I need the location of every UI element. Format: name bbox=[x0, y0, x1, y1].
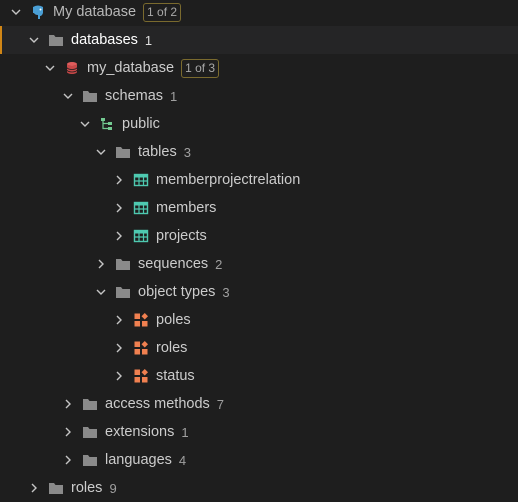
object-type-label: roles bbox=[156, 340, 188, 356]
tree-node-table[interactable]: memberprojectrelation bbox=[0, 166, 518, 194]
schema-icon bbox=[99, 116, 115, 132]
table-label: projects bbox=[156, 228, 207, 244]
extensions-count: 1 bbox=[181, 424, 189, 440]
table-icon bbox=[133, 200, 149, 216]
tree-node-object-type[interactable]: roles bbox=[0, 334, 518, 362]
folder-icon bbox=[115, 284, 131, 300]
access-methods-count: 7 bbox=[216, 396, 225, 412]
object-type-icon bbox=[133, 312, 149, 328]
folder-icon bbox=[82, 396, 98, 412]
object-type-icon bbox=[133, 368, 149, 384]
chevron-right-icon[interactable] bbox=[62, 426, 74, 438]
tree-node-public-schema[interactable]: public bbox=[0, 110, 518, 138]
schemas-label: schemas bbox=[105, 88, 164, 104]
chevron-down-icon[interactable] bbox=[79, 118, 91, 130]
connection-label: My database bbox=[53, 4, 137, 20]
roles-count: 9 bbox=[109, 480, 117, 496]
languages-count: 4 bbox=[178, 452, 187, 468]
chevron-down-icon[interactable] bbox=[62, 90, 74, 102]
folder-icon bbox=[48, 480, 64, 496]
tree-node-my-database[interactable]: my_database 1 of 3 bbox=[0, 54, 518, 82]
sequences-count: 2 bbox=[215, 256, 223, 272]
database-explorer-tree: My database 1 of 2 databases 1 my_databa… bbox=[0, 0, 518, 502]
extensions-label: extensions bbox=[105, 424, 175, 440]
access-methods-label: access methods bbox=[105, 396, 210, 412]
object-type-label: status bbox=[156, 368, 195, 384]
chevron-right-icon[interactable] bbox=[28, 482, 40, 494]
postgres-elephant-icon bbox=[30, 4, 46, 20]
chevron-right-icon[interactable] bbox=[113, 314, 125, 326]
roles-label: roles bbox=[71, 480, 103, 496]
folder-icon bbox=[82, 452, 98, 468]
folder-icon bbox=[115, 144, 131, 160]
folder-icon bbox=[115, 256, 131, 272]
schemas-count: 1 bbox=[170, 88, 178, 104]
tree-node-schemas[interactable]: schemas 1 bbox=[0, 82, 518, 110]
chevron-down-icon[interactable] bbox=[10, 6, 22, 18]
tree-node-connection[interactable]: My database 1 of 2 bbox=[0, 0, 518, 26]
chevron-right-icon[interactable] bbox=[113, 174, 125, 186]
folder-icon bbox=[82, 424, 98, 440]
public-label: public bbox=[122, 116, 160, 132]
tree-node-tables[interactable]: tables 3 bbox=[0, 138, 518, 166]
tree-node-roles[interactable]: roles 9 bbox=[0, 474, 518, 502]
tree-node-table[interactable]: projects bbox=[0, 222, 518, 250]
chevron-down-icon[interactable] bbox=[95, 286, 107, 298]
languages-label: languages bbox=[105, 452, 172, 468]
tree-node-table[interactable]: members bbox=[0, 194, 518, 222]
folder-icon bbox=[48, 32, 64, 48]
chevron-right-icon[interactable] bbox=[95, 258, 107, 270]
table-icon bbox=[133, 228, 149, 244]
object-type-icon bbox=[133, 340, 149, 356]
object-types-count: 3 bbox=[222, 284, 230, 300]
tree-node-object-type[interactable]: poles bbox=[0, 306, 518, 334]
chevron-down-icon[interactable] bbox=[44, 62, 56, 74]
tree-node-extensions[interactable]: extensions 1 bbox=[0, 418, 518, 446]
chevron-right-icon[interactable] bbox=[62, 398, 74, 410]
chevron-down-icon[interactable] bbox=[95, 146, 107, 158]
chevron-down-icon[interactable] bbox=[28, 34, 40, 46]
chevron-right-icon[interactable] bbox=[113, 202, 125, 214]
chevron-right-icon[interactable] bbox=[113, 342, 125, 354]
tree-node-databases[interactable]: databases 1 bbox=[0, 26, 518, 54]
chevron-right-icon[interactable] bbox=[113, 370, 125, 382]
chevron-right-icon[interactable] bbox=[113, 230, 125, 242]
chevron-right-icon[interactable] bbox=[62, 454, 74, 466]
table-label: members bbox=[156, 200, 217, 216]
tree-node-languages[interactable]: languages 4 bbox=[0, 446, 518, 474]
tree-node-sequences[interactable]: sequences 2 bbox=[0, 250, 518, 278]
database-cylinder-icon bbox=[64, 60, 80, 76]
tree-node-object-types[interactable]: object types 3 bbox=[0, 278, 518, 306]
my-database-label: my_database bbox=[87, 60, 175, 76]
tables-label: tables bbox=[138, 144, 177, 160]
object-type-label: poles bbox=[156, 312, 191, 328]
tables-count: 3 bbox=[183, 144, 191, 160]
databases-label: databases bbox=[71, 32, 138, 48]
sequences-label: sequences bbox=[138, 256, 209, 272]
connection-page-badge: 1 of 2 bbox=[143, 2, 182, 22]
table-icon bbox=[133, 172, 149, 188]
my-database-page-badge: 1 of 3 bbox=[181, 58, 220, 78]
tree-node-access-methods[interactable]: access methods 7 bbox=[0, 390, 518, 418]
object-types-label: object types bbox=[138, 284, 216, 300]
databases-count: 1 bbox=[144, 32, 153, 48]
folder-icon bbox=[82, 88, 98, 104]
table-label: memberprojectrelation bbox=[156, 172, 301, 188]
tree-node-object-type[interactable]: status bbox=[0, 362, 518, 390]
